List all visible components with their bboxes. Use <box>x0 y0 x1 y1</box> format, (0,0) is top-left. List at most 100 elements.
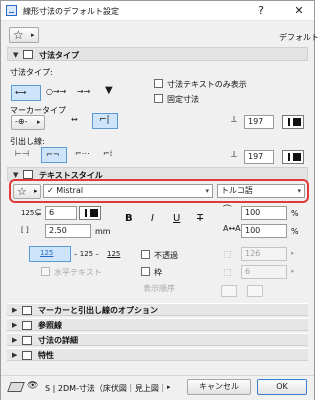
strikethrough-button[interactable]: T <box>197 213 203 224</box>
frame-pen-icon: ⬚ <box>223 268 232 278</box>
spacing-pct-unit: % <box>291 227 299 236</box>
help-icon[interactable]: ? <box>251 3 271 19</box>
font-check-icon: ✓ <box>47 186 54 195</box>
text-only-label: 寸法テキストのみ表示 <box>167 80 247 89</box>
witness-line-label: 引出し線: <box>10 137 45 146</box>
triangle-right-icon: ▶ <box>12 351 18 359</box>
dim-type-cumulative-button[interactable]: ○→→ <box>43 85 73 101</box>
section-properties[interactable]: ▶ 特性 <box>7 348 308 361</box>
section-dim-type-label: 寸法タイプ <box>39 51 79 60</box>
script-dropdown[interactable]: トルコ語 ▾ <box>217 184 305 198</box>
frame-checkbox[interactable] <box>141 267 150 276</box>
dimension-app-icon <box>6 5 17 16</box>
opaque-checkbox[interactable] <box>141 250 150 259</box>
width-factor-icon: ⏜ <box>223 206 232 216</box>
details-icon <box>22 336 32 345</box>
dialog-window: 線形寸法のデフォルト設定 ? ✕ ☆ ▸ デフォルト ▼ 寸法タイプ 寸法タイプ… <box>0 0 319 400</box>
ok-button[interactable]: OK <box>257 379 307 395</box>
opaque-label: 不透過 <box>154 251 178 260</box>
eye-icon[interactable]: 👁 <box>27 381 38 391</box>
script-value: トルコ語 <box>221 186 253 195</box>
frame-label: 枠 <box>154 268 162 277</box>
triangle-down-icon: ▼ <box>13 51 19 59</box>
section-dim-details[interactable]: ▶ 寸法の詳細 <box>7 333 308 346</box>
section-marker-options[interactable]: ▶ マーカーと引出し線のオプション <box>7 303 308 316</box>
dim-type-label: 寸法タイプ: <box>10 68 53 77</box>
window-title: 線形寸法のデフォルト設定 <box>23 7 119 16</box>
dim-type-base-button[interactable]: →→ <box>75 85 97 101</box>
dim-type-elevation-button[interactable]: ▼ <box>101 85 121 101</box>
star-icon: ☆ <box>13 28 24 42</box>
fixed-dim-checkbox[interactable] <box>154 94 163 103</box>
title-bar: 線形寸法のデフォルト設定 ? ✕ <box>1 1 314 21</box>
bg-pen-icon: ⬚ <box>223 250 232 260</box>
pen-icon: ⟂ <box>231 115 238 125</box>
spacing-unit: mm <box>95 227 111 236</box>
chevron-down-icon: ▾ <box>297 187 301 195</box>
text-position-inline-option[interactable]: – 125 – <box>74 250 99 258</box>
marker-arrow-option[interactable]: ↔ <box>71 115 78 124</box>
text-size-field[interactable]: 6 <box>45 206 77 220</box>
cancel-button[interactable]: キャンセル <box>187 379 251 395</box>
text-position-above-option[interactable]: 125 <box>29 246 71 262</box>
witness-line-dynamic-option[interactable]: ⌐⁞ <box>99 147 123 163</box>
text-pen-color-swatch[interactable] <box>79 206 101 220</box>
chevron-right-icon: ▸ <box>291 249 295 257</box>
favorites-button[interactable]: ☆ ▸ <box>9 27 39 43</box>
spacing-field[interactable]: 2.50 <box>45 224 91 238</box>
bring-to-front-button[interactable] <box>247 285 263 297</box>
text-favorites-button[interactable]: ☆ ▸ <box>13 184 41 199</box>
text-style-icon <box>23 170 33 179</box>
layer-selector[interactable]: S | 2DM-寸法（床伏図｜見上図｜... <box>45 383 165 394</box>
width-factor-field[interactable]: 100 <box>241 206 287 220</box>
send-to-back-button[interactable] <box>221 285 237 297</box>
bold-button[interactable]: B <box>125 213 133 224</box>
marker-icon <box>22 306 32 315</box>
close-icon[interactable]: ✕ <box>289 3 309 19</box>
char-spacing-icon: A↔A <box>223 224 241 233</box>
font-value: Mistral <box>56 186 84 195</box>
font-dropdown[interactable]: ✓ Mistral ▾ <box>43 184 213 198</box>
chevron-right-icon: ▸ <box>291 267 295 275</box>
witness-line-fixed-option[interactable]: ⌐¬ <box>41 147 67 163</box>
section-dim-type[interactable]: ▼ 寸法タイプ <box>7 47 308 61</box>
underline-button[interactable]: U <box>173 213 180 224</box>
char-spacing-field[interactable]: 100 <box>241 224 287 238</box>
section-reference-line[interactable]: ▶ 参照線 <box>7 318 308 331</box>
witness-pen-field[interactable]: 197 <box>244 150 274 164</box>
fixed-dim-label: 固定寸法 <box>167 95 199 104</box>
chevron-down-icon: ▾ <box>205 187 209 195</box>
triangle-right-icon: ▶ <box>12 336 18 344</box>
dim-type-linear-button[interactable]: ⟷ <box>11 85 41 101</box>
italic-button[interactable]: I <box>151 213 154 224</box>
chevron-right-icon: ▸ <box>167 383 171 391</box>
chevron-right-icon: ▸ <box>31 31 35 39</box>
bg-pen-field[interactable]: 126 <box>241 247 287 261</box>
spacing-icon: [ ] <box>21 226 29 234</box>
witness-line-slant-option[interactable]: ⌐⋯ <box>71 147 95 163</box>
width-pct-unit: % <box>291 209 299 218</box>
horizontal-text-checkbox[interactable] <box>41 267 50 276</box>
triangle-right-icon: ▶ <box>12 306 18 314</box>
text-only-checkbox[interactable] <box>154 79 163 88</box>
marker-type-dropdown[interactable]: -⊕- ▸ <box>11 115 45 130</box>
triangle-down-icon: ▼ <box>13 171 19 179</box>
pen-icon: ⟂ <box>231 150 238 160</box>
chevron-right-icon: ▸ <box>34 187 38 195</box>
default-label: デフォルト <box>279 33 319 42</box>
witness-pen-color-swatch[interactable] <box>282 150 304 164</box>
horizontal-text-label: 水平テキスト <box>54 268 102 277</box>
text-size-icon: 125⊊ <box>21 208 42 218</box>
frame-pen-field[interactable]: 6 <box>241 265 287 279</box>
reference-line-icon <box>22 321 32 330</box>
chevron-right-icon: ▸ <box>37 118 41 126</box>
properties-icon <box>22 351 32 360</box>
witness-line-none-option[interactable]: ⊢⊣ <box>11 147 41 163</box>
dimension-icon <box>23 50 33 59</box>
marker-pen-field[interactable]: 197 <box>244 115 274 129</box>
marker-pen-color-swatch[interactable] <box>282 115 304 129</box>
triangle-right-icon: ▶ <box>12 321 18 329</box>
star-icon: ☆ <box>17 185 27 198</box>
text-position-below-option[interactable]: 125 <box>107 250 120 258</box>
marker-tick-option[interactable]: ⌐| <box>92 113 118 129</box>
